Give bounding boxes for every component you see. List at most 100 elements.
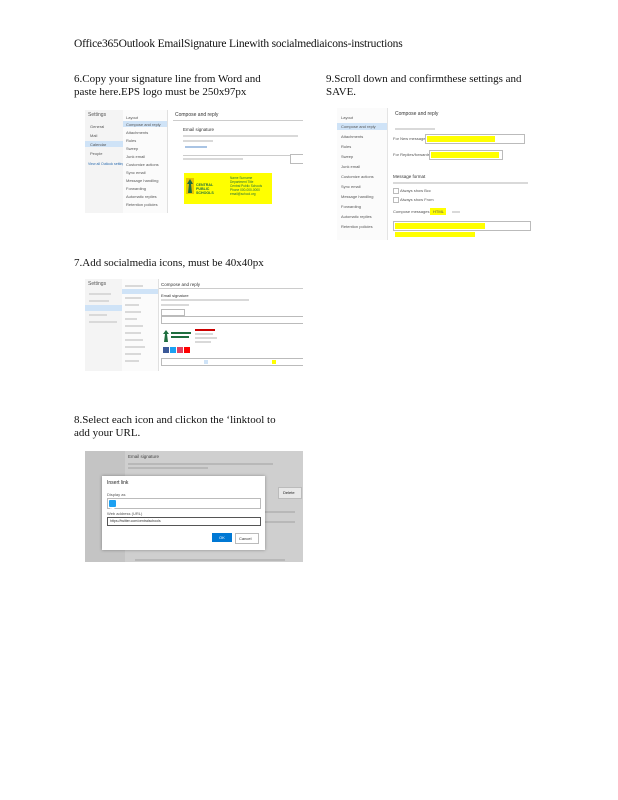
ok-button[interactable]: OK: [212, 533, 232, 542]
settings-title: Settings: [88, 281, 107, 287]
text-line: [452, 211, 460, 213]
nav-selected-highlight: [85, 305, 122, 311]
url-input[interactable]: https://twitter.com/centralschools: [107, 517, 261, 526]
step-7-line1: 7.Add socialmedia icons, must be 40x40px: [74, 257, 264, 269]
new-messages-select[interactable]: [425, 134, 525, 144]
facebook-icon[interactable]: [163, 347, 169, 353]
format-value[interactable]: HTML: [433, 209, 444, 214]
ok-label: OK: [219, 535, 225, 540]
contact-lines: [195, 329, 217, 345]
step-9-line2: SAVE.: [326, 86, 357, 98]
list-message[interactable]: Message handling: [341, 194, 373, 199]
link-tool-icon[interactable]: [204, 360, 208, 364]
delete-button[interactable]: Delete: [278, 487, 302, 499]
mail-settings-list: Layout Compose and reply Attachments Rul…: [123, 110, 168, 213]
list-line: [125, 318, 137, 320]
mid-item-customize[interactable]: Customize actions: [126, 162, 159, 167]
mid-item-attachments[interactable]: Attachments: [126, 130, 148, 135]
document-title: Office365Outlook EmailSignature Linewith…: [74, 38, 403, 50]
settings-nav: Settings General Mail Calendar People Vi…: [85, 110, 126, 213]
text-line: [161, 304, 189, 306]
toolbar-highlight: [395, 223, 485, 229]
toolbar: [183, 158, 243, 160]
list-forwarding[interactable]: Forwarding: [341, 204, 361, 209]
youtube-icon[interactable]: [184, 347, 190, 353]
dialog-title: Insert link: [107, 480, 129, 486]
list-junk[interactable]: Junk email: [341, 164, 360, 169]
text-line: [183, 140, 213, 142]
replies-select[interactable]: [429, 150, 503, 160]
mid-item-auto-replies[interactable]: Automatic replies: [126, 194, 157, 199]
step-8-line2: add your URL.: [74, 427, 141, 439]
list-compose[interactable]: Compose and reply: [341, 124, 376, 129]
step-6-line2: paste here.EPS logo must be 250x97px: [74, 86, 247, 98]
list-line: [125, 297, 141, 299]
nav-line: [89, 321, 117, 323]
step-8-line1: 8.Select each icon and clickon the ‘link…: [74, 414, 276, 426]
compose-format-label: Compose messages in: [393, 209, 434, 214]
list-layout[interactable]: Layout: [341, 115, 353, 120]
screenshot-compose-settings: Layout Compose and reply Attachments Rul…: [337, 108, 533, 240]
list-sync[interactable]: Sync email: [341, 184, 361, 189]
mid-item-junk[interactable]: Junk email: [126, 154, 145, 159]
screenshot-insert-link: Email signature Delete Insert link Displ…: [85, 451, 303, 562]
display-as-field[interactable]: [107, 498, 261, 512]
list-attachments[interactable]: Attachments: [341, 134, 363, 139]
contact-email: email@school.org: [230, 192, 256, 196]
text-line: [195, 333, 213, 335]
screenshot-signature-editor: Settings General Mail Calendar People Vi…: [85, 110, 303, 213]
bg-line: [128, 463, 273, 465]
text-line: [185, 146, 207, 148]
list-line: [125, 353, 141, 355]
instagram-icon[interactable]: [177, 347, 183, 353]
cancel-button[interactable]: Cancel: [235, 533, 259, 544]
nav-people[interactable]: People: [90, 151, 102, 156]
text-line: [195, 329, 215, 331]
display-as-label: Display as: [107, 492, 126, 497]
nav-mail[interactable]: Mail: [90, 133, 97, 138]
mid-item-forwarding[interactable]: Forwarding: [126, 186, 146, 191]
signature-name-input[interactable]: [161, 309, 185, 316]
logo-text: CENTRAL PUBLIC SCHOOLS: [196, 183, 214, 195]
mid-item-sync[interactable]: Sync email: [126, 170, 146, 175]
list-line: [125, 339, 143, 341]
list-retention[interactable]: Retention policies: [341, 224, 373, 229]
list-line: [125, 346, 145, 348]
background-heading: Email signature: [128, 454, 160, 459]
replies-label: For Replies/forwards: [393, 152, 430, 157]
mid-item-retention[interactable]: Retention policies: [126, 202, 158, 207]
bcc-checkbox[interactable]: [393, 188, 399, 194]
list-auto-replies[interactable]: Automatic replies: [341, 214, 372, 219]
from-label: Always show From: [400, 197, 434, 202]
preview-highlight: [395, 232, 475, 237]
panel-title: Compose and reply: [395, 111, 439, 117]
mid-item-message[interactable]: Message handling: [126, 178, 158, 183]
settings-nav: Settings: [85, 279, 122, 371]
list-rules[interactable]: Rules: [341, 144, 351, 149]
panel-title: Compose and reply: [175, 112, 219, 118]
mid-item-rules[interactable]: Rules: [126, 138, 136, 143]
highlight-icon[interactable]: [272, 360, 276, 364]
nav-general[interactable]: General: [90, 124, 104, 129]
twitter-icon[interactable]: [170, 347, 176, 353]
step-7-text: 7.Add socialmedia icons, must be 40x40px: [74, 257, 264, 270]
list-line: [125, 325, 143, 327]
mid-item-compose[interactable]: Compose and reply: [126, 122, 161, 127]
step-9-text: 9.Scroll down and confirmthese settings …: [326, 73, 522, 99]
text-line: [195, 341, 211, 343]
format-toolbar: [161, 358, 303, 366]
mid-item-layout[interactable]: Layout: [126, 115, 138, 120]
list-sweep[interactable]: Sweep: [341, 154, 353, 159]
compose-highlight: [122, 289, 158, 294]
from-checkbox[interactable]: [393, 197, 399, 203]
url-value: https://twitter.com/centralschools: [110, 519, 161, 523]
new-messages-label: For New messages: [393, 136, 428, 141]
mid-item-sweep[interactable]: Sweep: [126, 146, 138, 151]
nav-view-all[interactable]: View all Outlook settings: [88, 162, 126, 167]
nav-calendar[interactable]: Calendar: [90, 142, 106, 147]
message-format-heading: Message format: [393, 174, 426, 179]
screenshot-social-icons: Settings Compose and reply Email signatu…: [85, 279, 303, 371]
text-line: [161, 299, 249, 301]
list-customize[interactable]: Customize actions: [341, 174, 374, 179]
list-line: [125, 311, 141, 313]
